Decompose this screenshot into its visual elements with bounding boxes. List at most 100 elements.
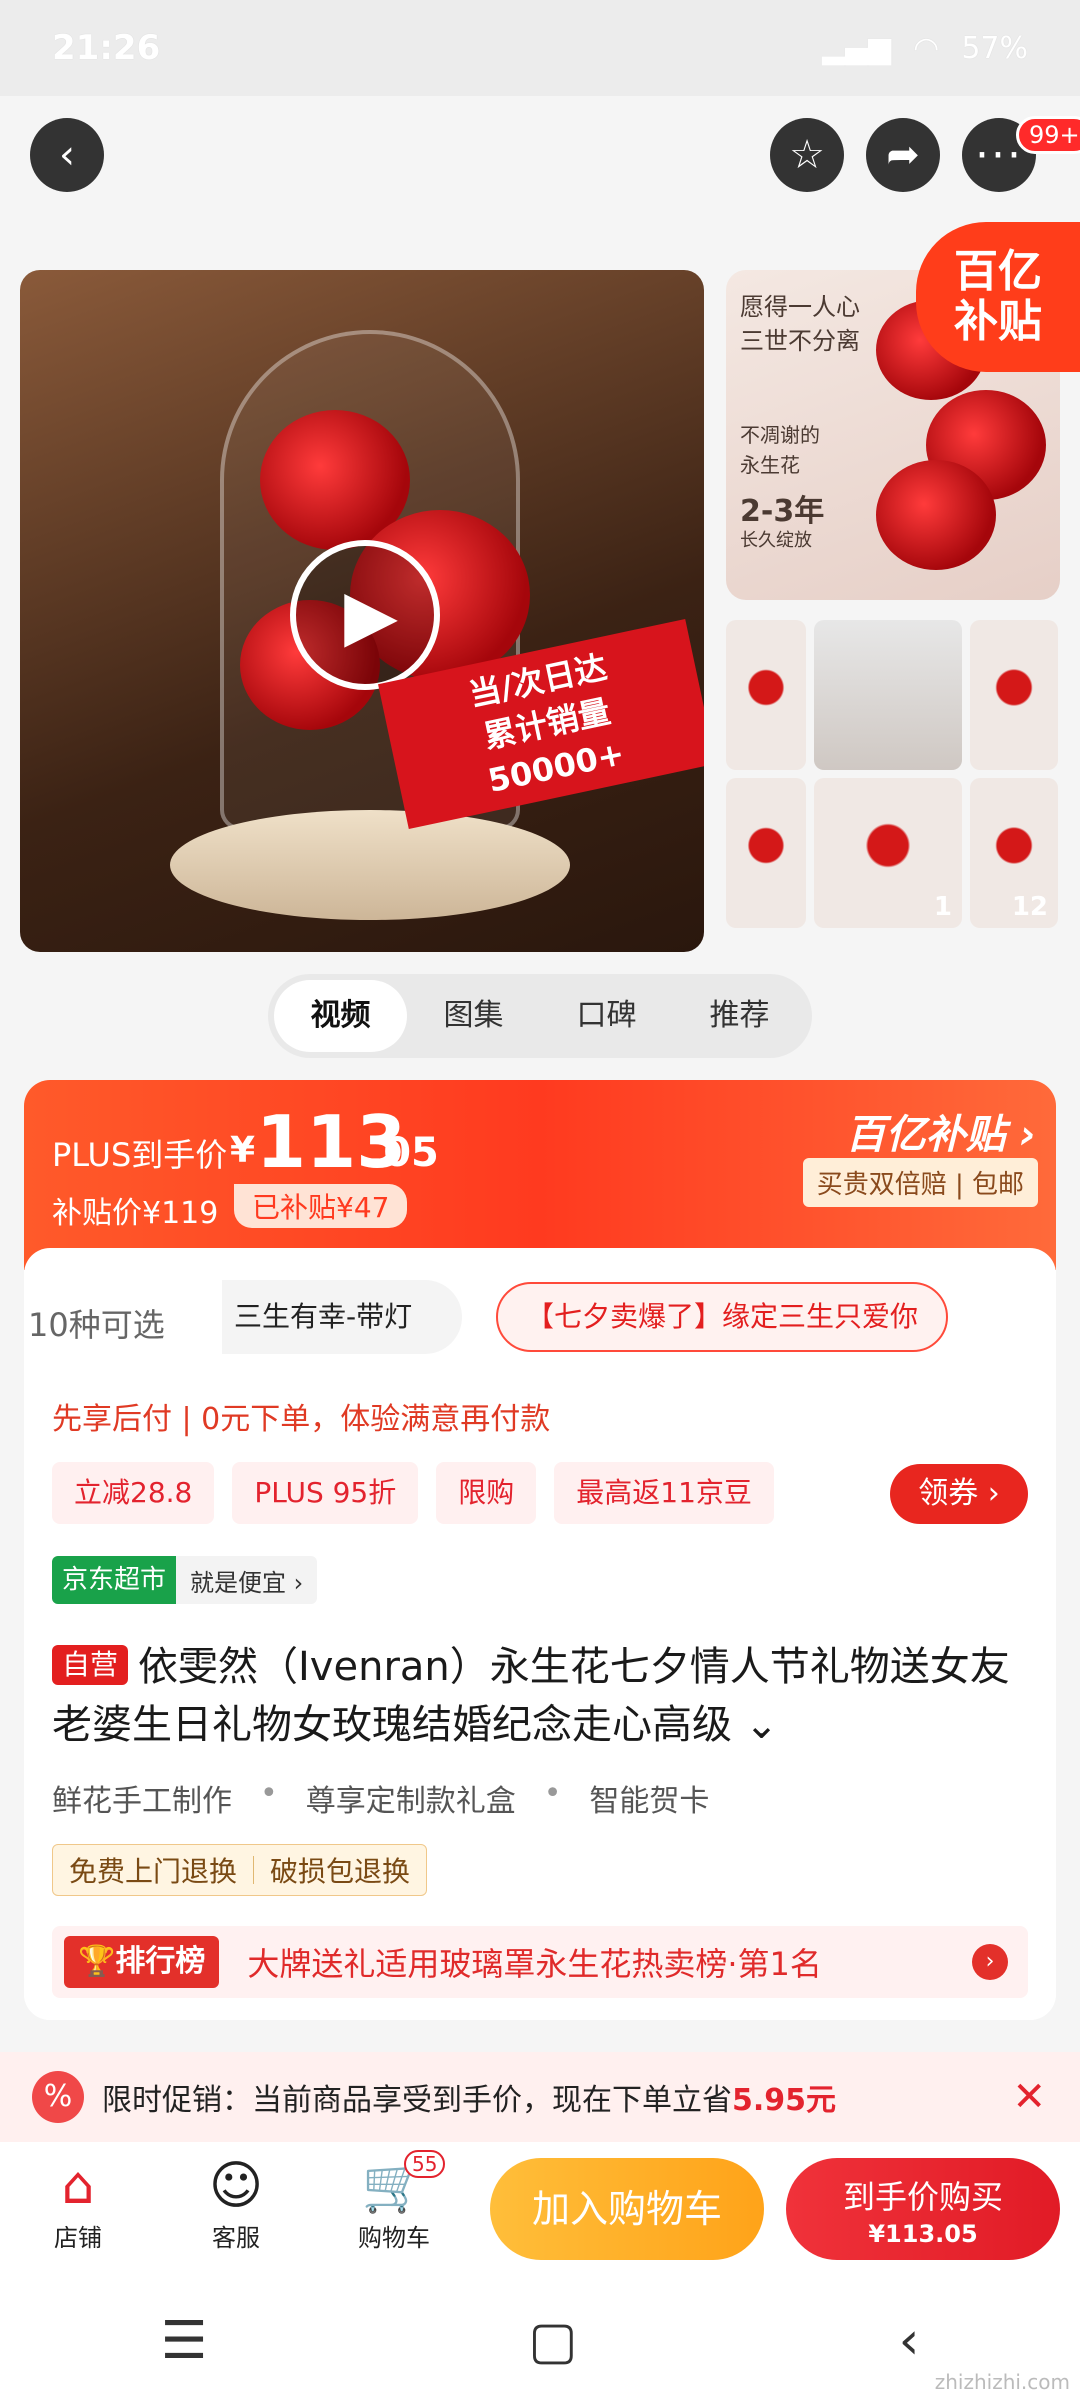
thumbnail[interactable]: 1 [814,778,962,928]
close-icon[interactable]: ✕ [1012,2074,1046,2120]
guarantee-tag: 买贵双倍赔 | 包邮 [802,1158,1038,1207]
feature-item: 智能贺卡 [589,1784,710,1819]
cart-label: 购物车 [358,2224,430,2252]
thumbnail[interactable] [726,620,806,770]
chevron-left-icon: ‹ [59,132,75,178]
currency-symbol: ¥ [230,1130,256,1171]
thumbnail[interactable] [726,778,806,928]
ranking-text: 大牌送礼适用玻璃罩永生花热卖榜·第1名 [247,1945,822,1983]
star-icon: ☆ [789,132,825,178]
subsidy-amount-tag: 已补贴¥47 [234,1184,408,1228]
menu-icon[interactable]: ☰ [161,2311,208,2371]
back-icon[interactable]: ‹ [899,2311,920,2371]
discount-tag: 立减28.8 [52,1462,215,1524]
tab-video[interactable]: 视频 [274,980,407,1052]
promo-bar: % 限时促销：当前商品享受到手价，现在下单立省5.95元 ✕ [0,2052,1080,2142]
separator-dot: • [260,1776,278,1811]
play-icon[interactable]: ▶ [290,540,440,690]
wifi-icon: ◠ [913,30,940,66]
buy-label: 到手价购买 [842,2178,1003,2216]
back-button[interactable]: ‹ [30,118,104,192]
main-product-video[interactable]: ▶ 当/次日达 累计销量50000+ [20,270,704,952]
product-title[interactable]: 自营 依雯然（Ivenran）永生花七夕情人节礼物送女友老婆生日礼物女玫瑰结婚纪念… [52,1638,1032,1754]
customer-service-button[interactable]: ☺ 客服 [176,2154,296,2253]
pay-later-info[interactable]: 先享后付 | 0元下单，体验满意再付款 [52,1394,550,1438]
watermark: zhizhizhi.com [934,2370,1070,2394]
thumbnail[interactable]: 12 [970,778,1058,928]
discount-tag: 最高返11京豆 [554,1462,774,1524]
promo-message: 限时促销：当前商品享受到手价，现在下单立省 [102,2083,732,2118]
bottom-action-bar: ⌂ 店铺 ☺ 客服 🛒 55 购物车 加入购物车 到手价购买 ¥113.05 [0,2142,1080,2282]
price-body [24,1248,1056,2020]
home-icon[interactable]: ▢ [528,2311,577,2371]
share-icon: ➦ [886,132,920,178]
option-count[interactable]: 10种可选 [28,1300,165,1346]
store-icon: ⌂ [61,2156,95,2216]
thumbnail-count: 12 [1011,892,1048,922]
option-chip[interactable]: 【七夕卖爆了】缘定三生只爱你 [496,1282,949,1352]
price-header: PLUS到手价 ¥ 113 .05 补贴价¥119 已补贴¥47 百亿补贴 › … [24,1080,1056,1270]
ranking-banner[interactable]: 🏆排行榜 大牌送礼适用玻璃罩永生花热卖榜·第1名 › [52,1926,1028,1998]
thumbnail-count: 1 [933,892,952,922]
product-title-text: 依雯然（Ivenran）永生花七夕情人节礼物送女友老婆生日礼物女玫瑰结婚纪念走心… [52,1644,1010,1748]
discount-tag: PLUS 95折 [232,1462,419,1524]
tab-reviews[interactable]: 口碑 [540,980,673,1052]
cart-button[interactable]: 🛒 55 购物车 [334,2150,454,2253]
media-tabs: 视频 图集 口碑 推荐 [268,974,812,1058]
separator-dot: • [543,1776,562,1811]
return-item: 破损包退换 [270,1855,411,1888]
self-operated-tag: 自营 [52,1645,129,1685]
service-label: 客服 [212,2224,260,2252]
status-right: ▂▄▆ ◠ 57% [822,31,1028,66]
tab-gallery[interactable]: 图集 [407,980,540,1052]
jd-supermarket-text: 就是便宜 › [190,1568,304,1597]
yi-badge-line-2: 补贴 [954,296,1042,347]
return-policy[interactable]: 免费上门退换 破损包退换 [52,1844,428,1896]
jd-supermarket-chip[interactable]: 京东超市 就是便宜 › [52,1556,318,1604]
chevron-right-icon: › [972,1944,1008,1980]
yi-badge-line-1: 百亿 [954,246,1042,297]
get-coupon-button[interactable]: 领券 › [890,1464,1028,1524]
thumbnail-grid: 1 12 [726,620,1060,952]
discount-tag: 限购 [436,1462,537,1524]
status-bar: 21:26 ▂▄▆ ◠ 57% [0,0,1080,96]
system-navigation: ☰ ▢ ‹ [0,2282,1080,2400]
promo-text: 限时促销：当前商品享受到手价，现在下单立省5.95元 [102,2075,836,2119]
billion-subsidy-badge: 百亿 补贴 [916,222,1080,372]
feature-list: 鲜花手工制作 • 尊享定制款礼盒 • 智能贺卡 [52,1776,709,1820]
thumbnail[interactable] [970,620,1058,770]
cart-count-badge: 55 [404,2150,446,2178]
side-years-sub: 长久绽放 [740,530,812,551]
option-chip-selected[interactable]: 三生有幸-带灯 [222,1280,462,1354]
notification-badge: 99+ [1016,116,1080,154]
side-subtitle: 不凋谢的 永生花 [740,423,820,477]
plus-price-label: PLUS到手价 [52,1136,228,1174]
status-time: 21:26 [52,28,161,68]
subsidy-price: 补贴价¥119 [52,1196,219,1231]
price-decimal: .05 [368,1130,439,1176]
chat-icon: ☺ [208,2156,264,2216]
battery-level: 57% [961,30,1028,66]
ranking-label: 🏆排行榜 [64,1936,220,1988]
tab-recommend[interactable]: 推荐 [673,980,806,1052]
share-button[interactable]: ➦ [866,118,940,192]
rose-image [876,460,996,570]
signal-icon: ▂▄▆ [821,30,892,66]
feature-item: 鲜花手工制作 [52,1784,232,1819]
feature-item: 尊享定制款礼盒 [305,1784,516,1819]
favorite-button[interactable]: ☆ [770,118,844,192]
discount-tags: 立减28.8 PLUS 95折 限购 最高返11京豆 [52,1462,774,1524]
thumbnail[interactable] [814,620,962,770]
buy-price: ¥113.05 [868,2220,978,2248]
shop-label: 店铺 [54,2224,102,2252]
shop-button[interactable]: ⌂ 店铺 [18,2154,138,2253]
percent-icon: % [32,2071,84,2123]
add-to-cart-button[interactable]: 加入购物车 [490,2158,764,2260]
side-years: 2-3年 [740,494,825,529]
billion-subsidy-link[interactable]: 百亿补贴 › [846,1102,1036,1160]
wood-base [170,810,570,920]
buy-now-button[interactable]: 到手价购买 ¥113.05 [786,2158,1060,2260]
jd-supermarket-label: 京东超市 [52,1556,177,1604]
side-title: 愿得一人心 三世不分离 [740,293,860,355]
promo-amount: 5.95元 [732,2083,837,2118]
